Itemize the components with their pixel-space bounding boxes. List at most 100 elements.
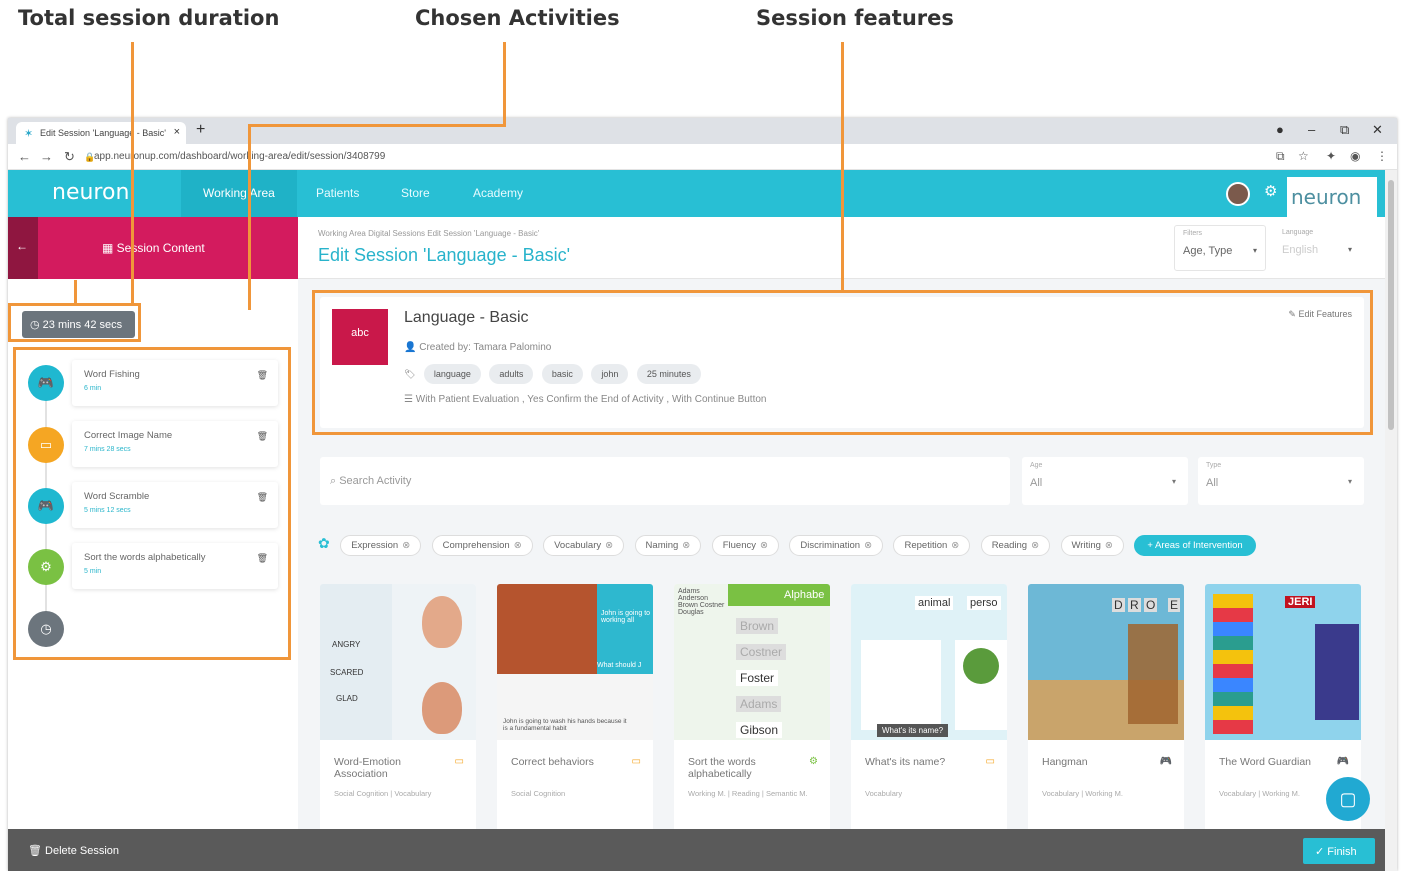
reload-icon[interactable]: ↻ <box>64 149 75 165</box>
type-select[interactable]: Type All ▾ <box>1198 457 1364 505</box>
activity-card[interactable]: animal perso What's its name? What's its… <box>851 584 1007 871</box>
activity-card-category: Social Cognition <box>511 789 566 798</box>
activity-card-name: Hangman <box>1042 756 1088 768</box>
nav-academy[interactable]: Academy <box>473 186 523 200</box>
close-window-icon[interactable]: ✕ <box>1372 122 1383 138</box>
callout-features: Session features <box>756 6 954 30</box>
chip-label: Writing <box>1071 540 1101 551</box>
chip-fluency[interactable]: Fluency ⊗ <box>711 535 779 556</box>
sidebar-header: ← ▦ Session Content <box>8 217 298 279</box>
menu-kebab-icon[interactable]: ⋮ <box>1376 149 1388 163</box>
close-icon[interactable]: ⊗ <box>864 540 872 551</box>
back-icon[interactable]: ← <box>18 149 31 164</box>
callout-duration: Total session duration <box>18 6 280 30</box>
age-select[interactable]: Age All ▾ <box>1022 457 1188 505</box>
close-icon[interactable]: ⊗ <box>514 540 522 551</box>
chip-naming[interactable]: Naming ⊗ <box>634 535 702 556</box>
face-image <box>422 682 462 734</box>
nav-patients[interactable]: Patients <box>316 186 359 200</box>
chip-vocabulary[interactable]: Vocabulary ⊗ <box>543 535 625 556</box>
nav-store[interactable]: Store <box>401 186 430 200</box>
chip-comprehension[interactable]: Comprehension ⊗ <box>431 535 533 556</box>
new-tab-icon[interactable]: + <box>196 121 205 139</box>
back-arrow-icon[interactable]: ← <box>8 217 38 279</box>
activity-thumbnail: JERI <box>1205 584 1361 740</box>
language-select[interactable]: Language English ▾ <box>1274 225 1360 271</box>
question-text: What should J <box>597 662 642 669</box>
chat-button[interactable]: ▢ <box>1326 777 1370 821</box>
area-filter-chips: ✿ Expression ⊗ Comprehension ⊗ Vocabulary ⊗… <box>318 535 1262 557</box>
tab-bar: ✶ Edit Session 'Language - Basic' × + ● … <box>8 118 1397 144</box>
speech-panel <box>597 584 653 674</box>
filters-label: Filters <box>1183 230 1203 237</box>
close-icon[interactable]: ⊗ <box>951 540 959 551</box>
close-icon[interactable]: ⊗ <box>402 540 410 551</box>
close-icon[interactable]: ⊗ <box>682 540 690 551</box>
browser-tab[interactable]: ✶ Edit Session 'Language - Basic' × <box>16 122 186 144</box>
face-image <box>422 596 462 648</box>
activity-card[interactable]: Adams Anderson Brown Costner Douglas Alp… <box>674 584 830 871</box>
close-icon[interactable]: ⊗ <box>1031 540 1039 551</box>
chevron-down-icon: ▾ <box>1347 477 1352 486</box>
hands-image <box>497 584 597 674</box>
nav-working-area[interactable]: Working Area <box>181 170 297 217</box>
record-icon[interactable]: ● <box>1276 122 1284 137</box>
chip-label: Naming <box>645 540 679 551</box>
finish-button[interactable]: ✓ Finish <box>1303 838 1375 864</box>
minimize-icon[interactable]: – <box>1308 122 1315 137</box>
user-avatar[interactable] <box>1226 182 1250 206</box>
app-header: neuron Working Area Patients Store Acade… <box>8 170 1385 217</box>
chip-repetition[interactable]: Repetition ⊗ <box>893 535 971 556</box>
brain-icon: ✿ <box>318 535 330 551</box>
tree-crown <box>963 648 999 684</box>
scrollbar-thumb[interactable] <box>1388 180 1394 430</box>
activity-card[interactable]: John is going to working all What should… <box>497 584 653 871</box>
chip-discrimination[interactable]: Discrimination ⊗ <box>789 535 884 556</box>
bookmark-star-icon[interactable]: ☆ <box>1298 149 1309 163</box>
category-word: animal <box>915 596 954 610</box>
activities-leader-line <box>503 42 506 126</box>
activity-card[interactable]: ANGRY SCARED GLAD Word-Emotion Associati… <box>320 584 476 871</box>
breadcrumb[interactable]: Working Area Digital Sessions Edit Sessi… <box>318 229 539 238</box>
delete-session-button[interactable]: 🗑 Delete Session <box>28 844 119 857</box>
chip-label: Reading <box>991 540 1028 551</box>
activity-card-name: Word-Emotion Association <box>334 756 401 780</box>
url-field[interactable]: app.neuronup.com/dashboard/working-area/… <box>94 151 385 162</box>
features-highlight <box>312 290 1373 435</box>
gear-icon[interactable]: ⚙ <box>1264 182 1277 200</box>
chip-reading[interactable]: Reading ⊗ <box>980 535 1051 556</box>
duration-leader-line <box>131 42 134 304</box>
close-icon[interactable]: ⊗ <box>605 540 613 551</box>
restore-icon[interactable]: ⧉ <box>1340 122 1349 138</box>
chip-expression[interactable]: Expression ⊗ <box>340 535 422 556</box>
forward-icon[interactable]: → <box>40 149 53 164</box>
close-icon[interactable]: ⊗ <box>1105 540 1113 551</box>
scrollbar[interactable] <box>1385 170 1397 871</box>
extension-icon[interactable]: ✦ <box>1326 149 1336 163</box>
search-activity-input[interactable]: ⌕ Search Activity <box>320 457 1010 505</box>
alphabet-label: Alphabe <box>784 589 825 601</box>
profile-icon[interactable]: ◉ <box>1350 149 1360 163</box>
search-placeholder: Search Activity <box>339 475 412 487</box>
chevron-down-icon: ▾ <box>1347 245 1352 254</box>
close-tab-icon[interactable]: × <box>174 126 180 138</box>
category-word: perso <box>967 596 1001 610</box>
type-value: All <box>1206 477 1219 489</box>
activity-card[interactable]: D R O E Hangman 🎮 Vocabulary | Working M… <box>1028 584 1184 871</box>
block-tower <box>1213 594 1253 734</box>
sorted-word: Costner <box>736 644 787 660</box>
activity-card[interactable]: JERI The Word Guardian 🎮 Vocabulary | Wo… <box>1205 584 1361 871</box>
address-bar: ← → ↻ 🔒 app.neuronup.com/dashboard/worki… <box>8 144 1397 170</box>
letter-tile: R <box>1128 598 1141 612</box>
duration-highlight <box>8 303 141 342</box>
chip-label: Expression <box>351 540 399 551</box>
activity-thumbnail: D R O E <box>1028 584 1184 740</box>
close-icon[interactable]: ⊗ <box>760 540 768 551</box>
neuron-logo[interactable]: neuron <box>52 180 129 205</box>
translate-icon[interactable]: ⧉ <box>1276 149 1285 164</box>
activity-card-name: What's its name? <box>865 756 946 768</box>
areas-of-intervention-button[interactable]: + Areas of Intervention <box>1134 535 1256 556</box>
filters-select[interactable]: Filters Age, Type ▾ <box>1174 225 1266 271</box>
activity-card-category: Working M. | Reading | Semantic M. <box>688 789 808 798</box>
chip-writing[interactable]: Writing ⊗ <box>1060 535 1124 556</box>
